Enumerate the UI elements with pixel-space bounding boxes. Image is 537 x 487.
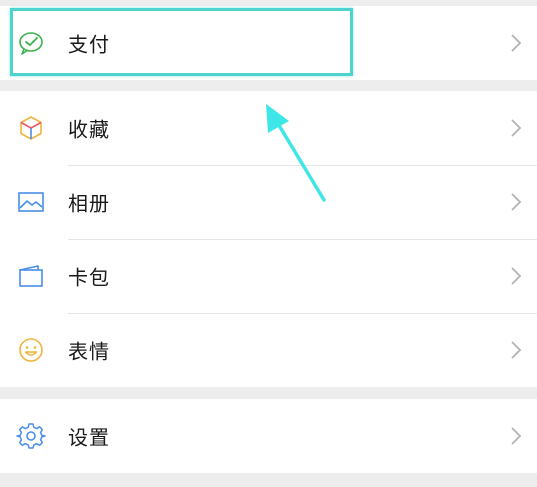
chevron-right-icon [509, 117, 523, 139]
gear-icon [16, 421, 46, 451]
menu-item-settings[interactable]: 设置 [0, 399, 537, 473]
menu-item-label: 表情 [68, 339, 110, 364]
payment-highlight-box [10, 8, 353, 76]
cube-icon [16, 113, 46, 143]
menu-item-label: 相册 [68, 191, 110, 216]
menu-item-label: 收藏 [68, 117, 110, 142]
chevron-right-icon [509, 32, 523, 54]
smiley-icon [16, 335, 46, 365]
menu-item-stickers[interactable]: 表情 [0, 313, 537, 387]
menu-item-favorites[interactable]: 收藏 [0, 91, 537, 165]
menu-item-label: 卡包 [68, 265, 110, 290]
chevron-right-icon [509, 265, 523, 287]
image-icon [16, 187, 46, 217]
chevron-right-icon [509, 425, 523, 447]
chevron-right-icon [509, 339, 523, 361]
menu-item-label: 设置 [68, 425, 110, 450]
chevron-right-icon [509, 191, 523, 213]
features-group: 收藏 相册 卡包 表情 [0, 91, 537, 387]
menu-item-cards[interactable]: 卡包 [0, 239, 537, 313]
menu-item-album[interactable]: 相册 [0, 165, 537, 239]
settings-group: 设置 [0, 399, 537, 473]
wallet-icon [16, 261, 46, 291]
